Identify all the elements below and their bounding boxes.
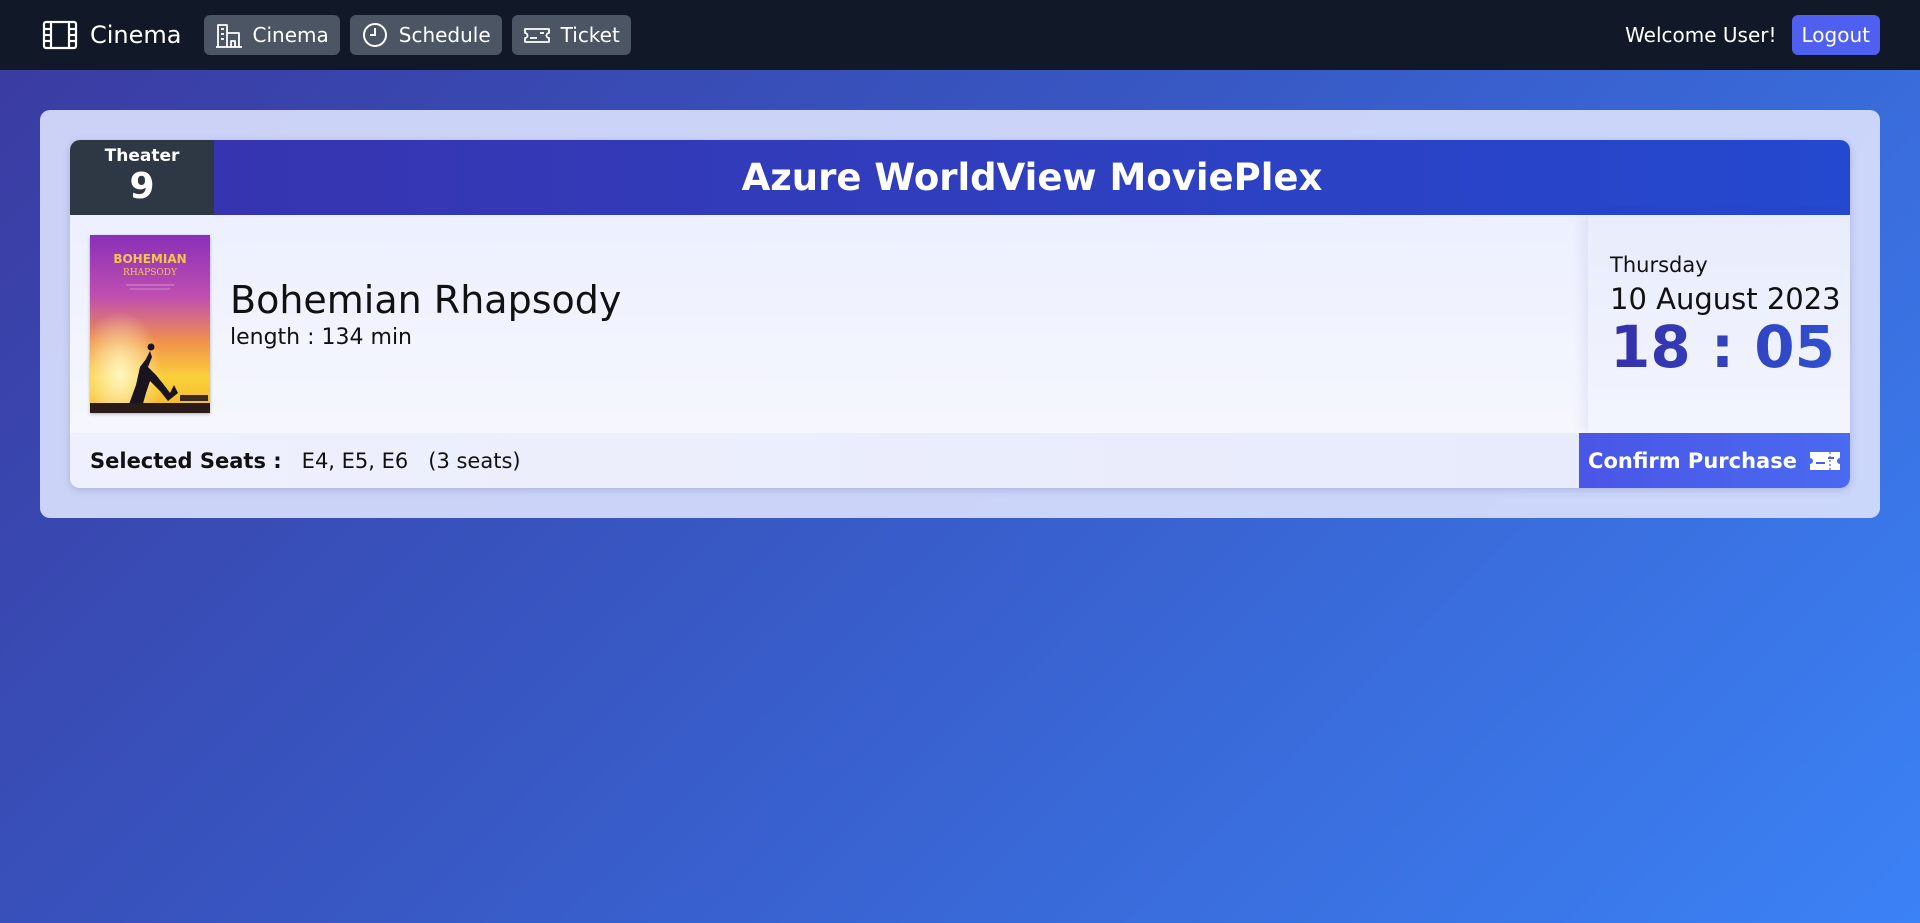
ticket-footer: Selected Seats : E4, E5, E6 (3 seats) Co… <box>70 433 1850 488</box>
ticket-body: BOHEMIAN RHAPSODY Bohemian Rhapsody leng… <box>70 215 1850 433</box>
building-icon <box>215 21 243 49</box>
film-icon <box>42 19 78 51</box>
show-time: 18 : 05 <box>1610 316 1850 379</box>
movie-info: Bohemian Rhapsody length : 134 min <box>230 278 621 351</box>
logout-button[interactable]: Logout <box>1791 15 1880 55</box>
ticket-icon <box>1809 449 1841 473</box>
ticket-card: Theater 9 Azure WorldView MoviePlex BOHE… <box>70 140 1850 488</box>
top-navbar: Cinema Cinema Schedule Ticket Welcome Us… <box>0 0 1920 70</box>
poster-subtitle: RHAPSODY <box>123 268 178 278</box>
confirm-label: Confirm Purchase <box>1588 448 1797 473</box>
brand[interactable]: Cinema <box>42 19 182 51</box>
datetime-section: Thursday 10 August 2023 18 : 05 <box>1588 215 1850 433</box>
nav-item-label: Cinema <box>252 23 329 47</box>
ticket-card-container: Theater 9 Azure WorldView MoviePlex BOHE… <box>40 110 1880 518</box>
theater-number: 9 <box>129 166 155 208</box>
nav-item-cinema[interactable]: Cinema <box>203 15 340 55</box>
ticket-header: Theater 9 Azure WorldView MoviePlex <box>70 140 1850 215</box>
nav-right: Welcome User! Logout <box>1625 15 1880 55</box>
show-date: 10 August 2023 <box>1610 282 1841 316</box>
selected-seats: Selected Seats : E4, E5, E6 (3 seats) <box>70 449 1579 473</box>
cinema-name: Azure WorldView MoviePlex <box>214 140 1850 215</box>
confirm-purchase-button[interactable]: Confirm Purchase <box>1579 433 1850 488</box>
seats-count: (3 seats) <box>428 448 521 473</box>
movie-poster: BOHEMIAN RHAPSODY <box>90 235 210 413</box>
ticket-icon <box>523 21 551 49</box>
nav-items: Cinema Schedule Ticket <box>203 15 631 55</box>
nav-item-label: Schedule <box>398 23 491 47</box>
brand-label: Cinema <box>90 21 182 49</box>
theater-box: Theater 9 <box>70 140 214 215</box>
movie-length: length : 134 min <box>230 325 412 351</box>
nav-item-ticket[interactable]: Ticket <box>511 15 631 55</box>
weekday: Thursday <box>1610 253 1708 277</box>
nav-item-schedule[interactable]: Schedule <box>349 15 502 55</box>
theater-label: Theater <box>104 146 180 167</box>
movie-section: BOHEMIAN RHAPSODY Bohemian Rhapsody leng… <box>70 215 1588 433</box>
seats-list: E4, E5, E6 <box>301 448 409 473</box>
movie-title: Bohemian Rhapsody <box>230 277 622 322</box>
nav-item-label: Ticket <box>560 23 620 47</box>
welcome-text: Welcome User! <box>1625 23 1777 47</box>
clock-icon <box>361 21 389 49</box>
seats-label: Selected Seats : <box>90 448 282 473</box>
poster-title: BOHEMIAN <box>113 252 186 266</box>
